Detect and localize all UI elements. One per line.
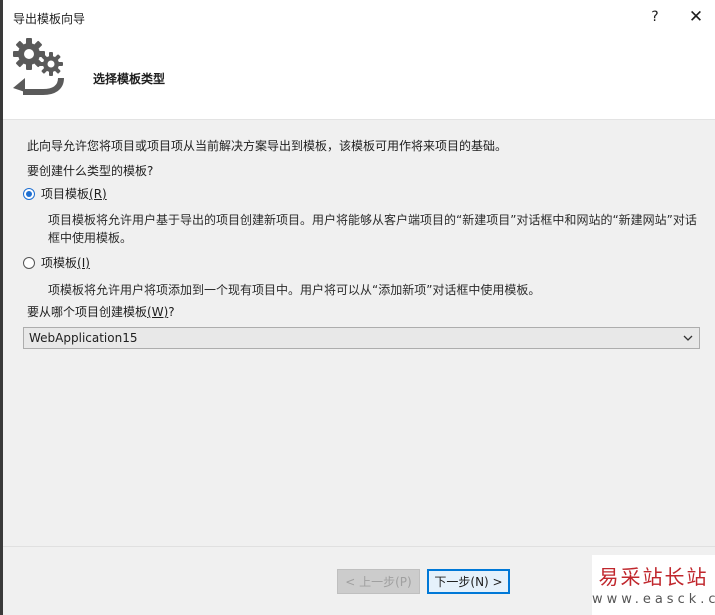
site-watermark: 易采站长站 www.easck.com [592, 555, 715, 615]
radio-indicator[interactable] [23, 187, 35, 200]
radio-project-template[interactable]: 项目模板(R) [23, 185, 107, 202]
gears-arrow-icon [13, 38, 64, 95]
chevron-down-icon[interactable] [680, 329, 696, 347]
project-template-description-cont: 框中使用模板。 [48, 231, 133, 245]
wizard-header: 选择模板类型 [3, 34, 715, 120]
close-button[interactable]: ✕ [682, 5, 710, 29]
wizard-content: 此向导允许您将项目或项目项从当前解决方案导出到模板，该模板可用作将来项目的基础。… [3, 120, 715, 546]
page-title: 选择模板类型 [93, 72, 166, 86]
next-button[interactable]: 下一步(N) > [427, 569, 510, 594]
radio-indicator[interactable] [23, 256, 35, 269]
watermark-url: www.easck.com [592, 592, 715, 607]
radio-label: 项模板(I) [41, 256, 90, 270]
title-bar[interactable]: 导出模板向导 ? ✕ [3, 0, 715, 34]
project-template-description: 项目模板将允许用户基于导出的项目创建新项目。用户将能够从客户端项目的“新建项目”… [48, 213, 697, 227]
template-type-question: 要创建什么类型的模板? [27, 164, 154, 178]
radio-item-template[interactable]: 项模板(I) [23, 254, 90, 271]
previous-button[interactable]: < 上一步(P) [337, 569, 420, 594]
project-prompt: 要从哪个项目创建模板(W)? [27, 305, 175, 319]
item-template-description: 项模板将允许用户将项添加到一个现有项目中。用户将可以从“添加新项”对话框中使用模… [48, 283, 541, 297]
window-title: 导出模板向导 [13, 12, 86, 26]
help-button[interactable]: ? [641, 5, 669, 29]
watermark-brand: 易采站长站 [598, 565, 709, 589]
project-select[interactable]: WebApplication15 [23, 327, 700, 349]
project-select-value: WebApplication15 [29, 331, 138, 345]
export-template-wizard: 导出模板向导 ? ✕ 选择模板类型 此向导允许您将项目或项目项从当前解决方案导出… [0, 0, 715, 615]
radio-label: 项目模板(R) [41, 187, 107, 201]
intro-text: 此向导允许您将项目或项目项从当前解决方案导出到模板，该模板可用作将来项目的基础。 [27, 139, 508, 153]
